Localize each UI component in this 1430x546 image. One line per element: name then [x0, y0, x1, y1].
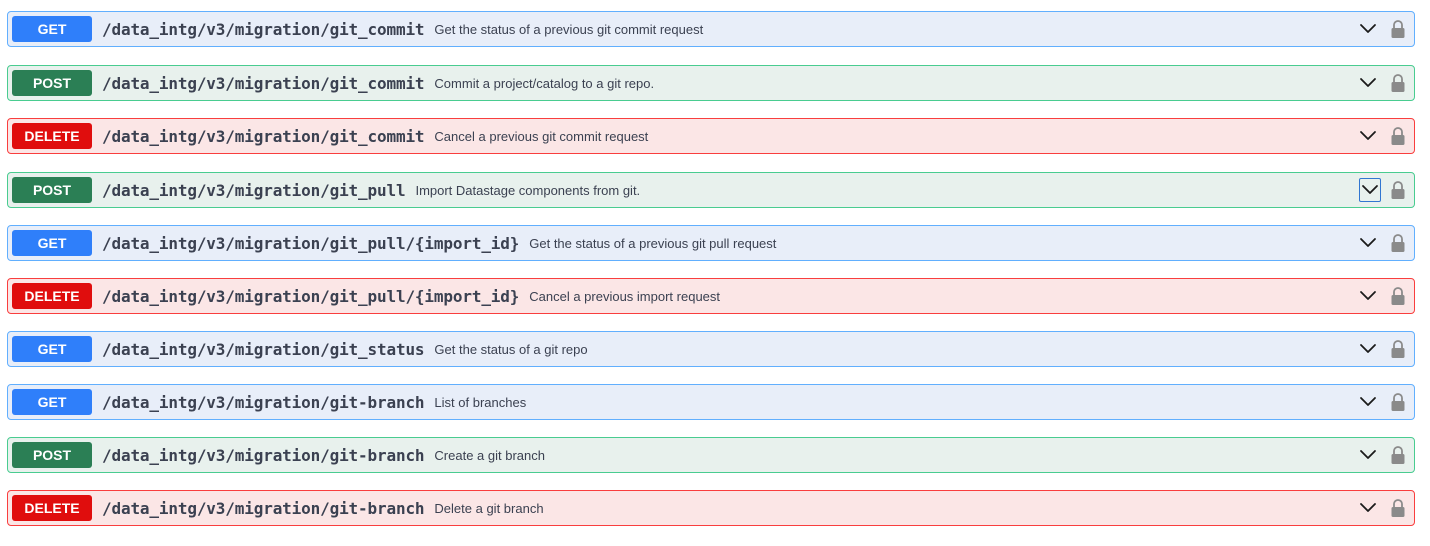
- operation-row[interactable]: POST /data_intg/v3/migration/git_commit …: [7, 65, 1415, 101]
- operation-path: /data_intg/v3/migration/git_commit: [102, 19, 425, 39]
- operation-path: /data_intg/v3/migration/git-branch: [102, 498, 425, 518]
- operation-description: List of branches: [434, 394, 527, 410]
- chevron-down-icon[interactable]: [1358, 19, 1378, 39]
- operation-description: Cancel a previous git commit request: [434, 128, 649, 144]
- operation-path: /data_intg/v3/migration/git_pull/{import…: [102, 286, 520, 306]
- operation-row[interactable]: POST /data_intg/v3/migration/git_pull Im…: [7, 172, 1415, 208]
- operation-row[interactable]: GET /data_intg/v3/migration/git_status G…: [7, 331, 1415, 367]
- operation-row[interactable]: POST /data_intg/v3/migration/git-branch …: [7, 437, 1415, 473]
- method-badge: GET: [12, 230, 92, 256]
- operation-path: /data_intg/v3/migration/git_pull/{import…: [102, 233, 520, 253]
- operation-path: /data_intg/v3/migration/git-branch: [102, 445, 425, 465]
- operation-description: Import Datastage components from git.: [415, 182, 641, 198]
- operation-description: Create a git branch: [434, 447, 545, 463]
- operation-description: Get the status of a previous git commit …: [434, 21, 704, 37]
- operation-description: Commit a project/catalog to a git repo.: [434, 75, 655, 91]
- operation-row[interactable]: DELETE /data_intg/v3/migration/git_pull/…: [7, 278, 1415, 314]
- method-badge: DELETE: [12, 495, 92, 521]
- method-badge: POST: [12, 177, 92, 203]
- method-badge: DELETE: [12, 283, 92, 309]
- chevron-down-icon[interactable]: [1358, 339, 1378, 359]
- operation-row[interactable]: GET /data_intg/v3/migration/git-branch L…: [7, 384, 1415, 420]
- operation-path: /data_intg/v3/migration/git_status: [102, 339, 425, 359]
- operation-description: Delete a git branch: [434, 500, 544, 516]
- lock-icon[interactable]: [1390, 498, 1406, 518]
- chevron-down-icon[interactable]: [1358, 73, 1378, 93]
- operation-row[interactable]: DELETE /data_intg/v3/migration/git-branc…: [7, 490, 1415, 526]
- lock-icon[interactable]: [1390, 445, 1406, 465]
- chevron-down-icon[interactable]: [1358, 392, 1378, 412]
- operation-description: Get the status of a git repo: [434, 341, 588, 357]
- chevron-down-icon[interactable]: [1358, 498, 1378, 518]
- operations-list: GET /data_intg/v3/migration/git_commit G…: [0, 0, 1430, 546]
- operation-path: /data_intg/v3/migration/git_commit: [102, 73, 425, 93]
- method-badge: GET: [12, 16, 92, 42]
- chevron-down-icon[interactable]: [1358, 126, 1378, 146]
- lock-icon[interactable]: [1390, 19, 1406, 39]
- operation-row[interactable]: DELETE /data_intg/v3/migration/git_commi…: [7, 118, 1415, 154]
- method-badge: GET: [12, 336, 92, 362]
- lock-icon[interactable]: [1390, 126, 1406, 146]
- lock-icon[interactable]: [1390, 73, 1406, 93]
- operation-description: Get the status of a previous git pull re…: [529, 235, 777, 251]
- lock-icon[interactable]: [1390, 233, 1406, 253]
- chevron-down-icon[interactable]: [1359, 178, 1381, 202]
- operation-path: /data_intg/v3/migration/git_pull: [102, 180, 406, 200]
- method-badge: DELETE: [12, 123, 92, 149]
- operation-path: /data_intg/v3/migration/git-branch: [102, 392, 425, 412]
- lock-icon[interactable]: [1390, 392, 1406, 412]
- chevron-down-icon[interactable]: [1358, 233, 1378, 253]
- lock-icon[interactable]: [1390, 339, 1406, 359]
- method-badge: POST: [12, 70, 92, 96]
- operation-row[interactable]: GET /data_intg/v3/migration/git_pull/{im…: [7, 225, 1415, 261]
- chevron-down-icon[interactable]: [1358, 286, 1378, 306]
- lock-icon[interactable]: [1390, 180, 1406, 200]
- method-badge: GET: [12, 389, 92, 415]
- chevron-down-icon[interactable]: [1358, 445, 1378, 465]
- lock-icon[interactable]: [1390, 286, 1406, 306]
- operation-description: Cancel a previous import request: [529, 288, 721, 304]
- operation-path: /data_intg/v3/migration/git_commit: [102, 126, 425, 146]
- method-badge: POST: [12, 442, 92, 468]
- operation-row[interactable]: GET /data_intg/v3/migration/git_commit G…: [7, 11, 1415, 47]
